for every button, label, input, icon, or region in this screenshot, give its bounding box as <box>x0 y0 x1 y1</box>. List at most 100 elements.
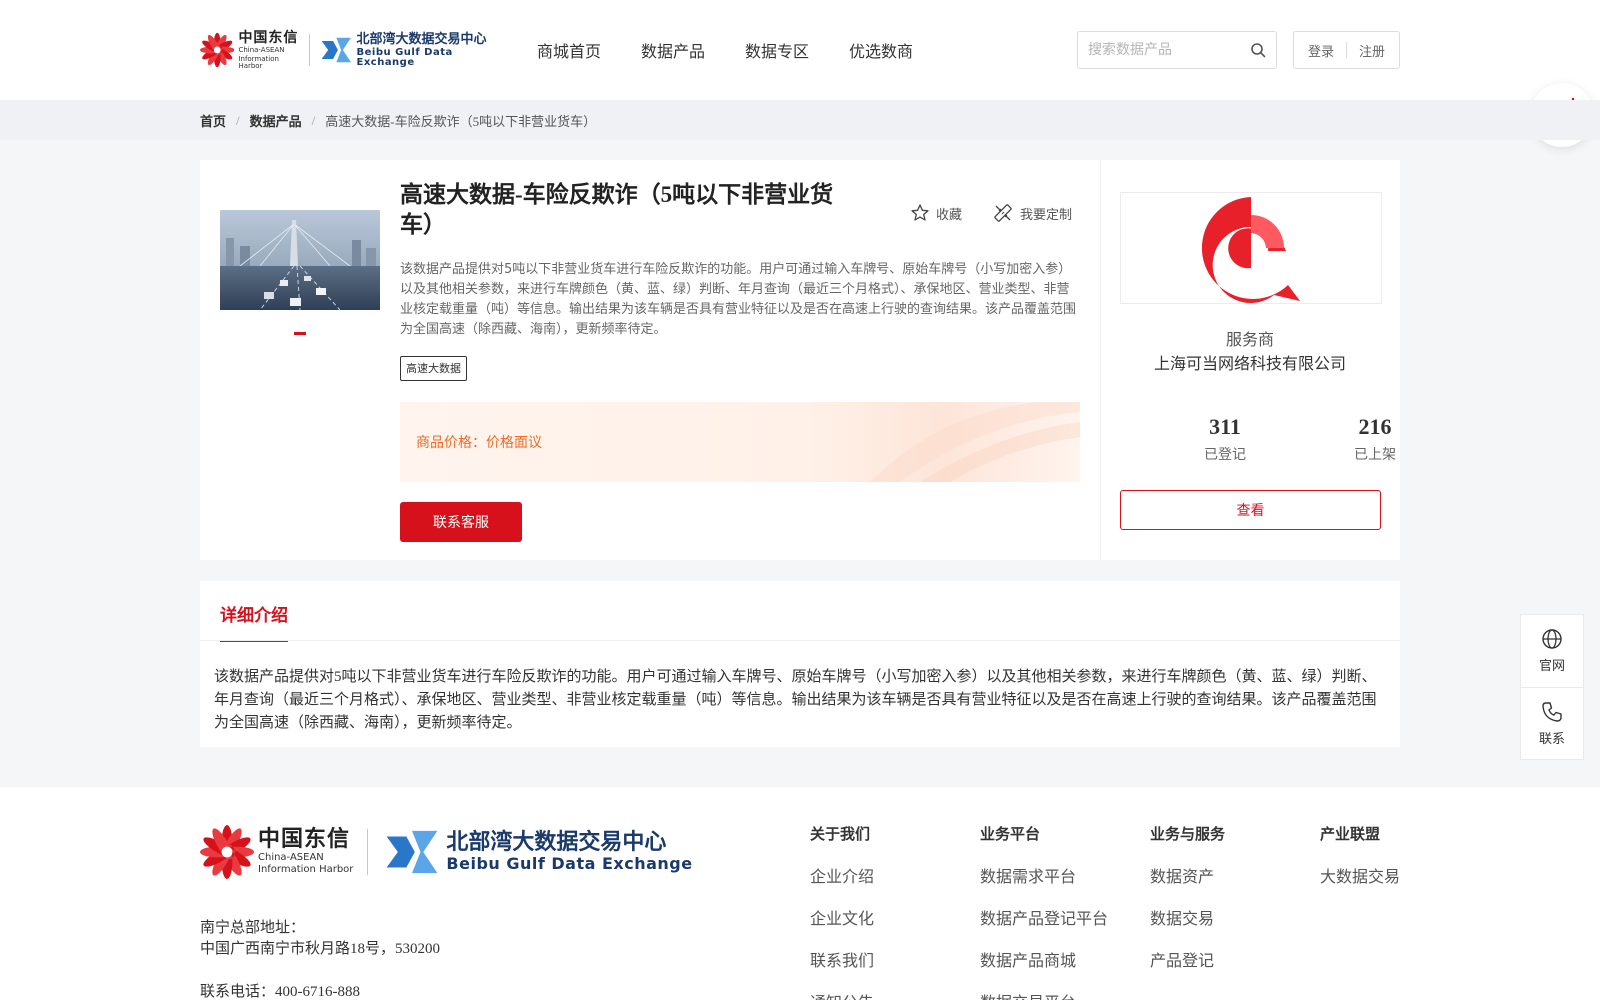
footer-col-heading: 业务与服务 <box>1150 825 1226 843</box>
nav-mall-home[interactable]: 商城首页 <box>537 38 601 62</box>
favorite-label: 收藏 <box>936 207 963 223</box>
footer-col-platform: 业务平台 数据需求平台 数据产品登记平台 数据产品商城 数据交易平台 <box>980 823 1108 1000</box>
breadcrumb-bar: 首页 / 数据产品 / 高速大数据-车险反欺诈（5吨以下非营业货车） <box>0 100 1600 140</box>
footer-link[interactable]: 数据需求平台 <box>980 863 1108 887</box>
breadcrumb-separator: / <box>311 112 316 128</box>
footer-link[interactable]: 企业介绍 <box>810 863 874 887</box>
address-value: 中国广西南宁市秋月路18号，530200 <box>200 941 441 957</box>
footer-link[interactable]: 企业文化 <box>810 905 874 929</box>
listed-count: 216 <box>1358 414 1392 439</box>
side-contact-label: 联系 <box>1538 731 1565 747</box>
vendor-name[interactable]: 上海可当网络科技有限公司 <box>1100 350 1400 374</box>
footer-address: 南宁总部地址： 中国广西南宁市秋月路18号，530200 <box>200 918 440 960</box>
detail-text: 该数据产品提供对5吨以下非营业货车进行车险反欺诈的功能。用户可通过输入车牌号、原… <box>214 669 1377 731</box>
footer-link[interactable]: 通知公告 <box>810 989 874 1000</box>
vendor-q-logo-icon <box>1202 197 1300 303</box>
footer-logo-divider <box>367 829 369 875</box>
footer-logo: 中国东信 China-ASEAN Information Harbor 北部湾大… <box>200 825 693 879</box>
register-link[interactable]: 注册 <box>1359 41 1385 60</box>
beibu-gulf-wordmark: 北部湾大数据交易中心 Beibu Gulf Data Exchange <box>356 33 500 68</box>
search-input[interactable] <box>1078 32 1238 68</box>
customize-button[interactable]: 我要定制 <box>992 202 1072 224</box>
logo-cn-sub2: Information Harbor <box>238 54 279 70</box>
product-tag[interactable]: 高速大数据 <box>400 356 467 381</box>
nav-data-products[interactable]: 数据产品 <box>641 38 705 62</box>
product-image[interactable] <box>220 210 380 310</box>
globe-icon <box>1542 629 1562 649</box>
detail-section: 详细介绍 该数据产品提供对5吨以下非营业货车进行车险反欺诈的功能。用户可通过输入… <box>200 581 1400 747</box>
view-vendor-button[interactable]: 查看 <box>1120 490 1381 530</box>
china-asean-flower-icon <box>200 825 254 879</box>
logo-divider <box>308 34 310 66</box>
side-website-label: 官网 <box>1538 659 1565 674</box>
favorite-button[interactable]: 收藏 <box>910 203 962 223</box>
vendor-logo[interactable] <box>1120 192 1382 304</box>
highway-bridge-image <box>220 210 380 310</box>
tab-detail-intro[interactable]: 详细介绍 <box>220 601 288 642</box>
breadcrumb: 首页 / 数据产品 / 高速大数据-车险反欺诈（5吨以下非营业货车） <box>200 111 596 130</box>
listed-label: 已上架 <box>1354 447 1396 463</box>
logo-bg-main: 北部湾大数据交易中心 <box>356 31 487 47</box>
side-widget: 官网 联系 <box>1520 614 1584 760</box>
breadcrumb-separator: / <box>236 112 240 128</box>
footer-col-alliance: 产业联盟 大数据交易 <box>1320 823 1400 905</box>
registered-count: 311 <box>1209 414 1241 439</box>
vendor-label: 服务商 <box>1225 330 1274 349</box>
footer-beibu-gulf-wordmark: 北部湾大数据交易中心 Beibu Gulf Data Exchange <box>446 832 692 872</box>
price-label-text: 商品价格： <box>416 435 486 451</box>
price-box: 商品价格：价格面议 <box>400 402 1080 482</box>
china-asean-wordmark: 中国东信 China-ASEAN Information Harbor <box>238 31 299 70</box>
site-header: 中国东信 China-ASEAN Information Harbor 北部湾大… <box>0 0 1600 100</box>
footer-link[interactable]: 数据产品登记平台 <box>980 905 1108 929</box>
footer-phone: 联系电话：400-6716-888 <box>200 984 360 1000</box>
star-icon <box>911 204 929 221</box>
footer-link[interactable]: 数据交易平台 <box>980 989 1108 1000</box>
logo-cn-main: 中国东信 <box>238 29 299 46</box>
footer-link[interactable]: 数据交易 <box>1150 905 1225 929</box>
site-footer: 中国东信 China-ASEAN Information Harbor 北部湾大… <box>0 787 1600 1000</box>
address-label: 南宁总部地址： <box>200 920 306 936</box>
carousel-indicator[interactable] <box>294 332 306 335</box>
beibu-gulf-mark-icon <box>386 830 438 874</box>
side-contact-button[interactable]: 联系 <box>1521 687 1583 759</box>
main-nav: 商城首页 数据产品 数据专区 优选数商 <box>537 38 953 62</box>
footer-logo-cn-sub2: Information Harbor <box>258 864 354 875</box>
footer-logo-cn-main: 中国东信 <box>258 827 351 852</box>
breadcrumb-data-products[interactable]: 数据产品 <box>250 111 302 130</box>
footer-link[interactable]: 联系我们 <box>810 947 874 971</box>
footer-col-heading: 关于我们 <box>810 825 871 843</box>
phone-icon <box>1542 701 1562 722</box>
customize-label: 我要定制 <box>1020 207 1073 223</box>
breadcrumb-home[interactable]: 首页 <box>200 111 226 130</box>
login-link[interactable]: 登录 <box>1308 41 1334 60</box>
footer-col-services: 业务与服务 数据资产 数据交易 产品登记 <box>1150 823 1225 989</box>
footer-link[interactable]: 大数据交易 <box>1320 863 1400 887</box>
contact-service-button[interactable]: 联系客服 <box>400 502 522 542</box>
footer-logo-bg-main: 北部湾大数据交易中心 <box>446 830 667 855</box>
nav-data-zone[interactable]: 数据专区 <box>745 38 809 62</box>
registered-label: 已登记 <box>1204 447 1246 463</box>
nav-preferred-vendors[interactable]: 优选数商 <box>849 38 913 62</box>
auth-links: 登录 注册 <box>1293 31 1400 69</box>
logo-bg-sub: Beibu Gulf Data Exchange <box>356 46 453 68</box>
tab-underline <box>200 640 1400 641</box>
ruler-pencil-icon <box>994 204 1012 222</box>
registered-stat: 311 已登记 <box>1175 414 1275 464</box>
footer-link[interactable]: 数据产品商城 <box>980 947 1108 971</box>
footer-link[interactable]: 数据资产 <box>1150 863 1225 887</box>
side-website-button[interactable]: 官网 <box>1521 615 1583 687</box>
footer-col-heading: 业务平台 <box>980 825 1041 843</box>
product-description: 该数据产品提供对5吨以下非营业货车进行车险反欺诈的功能。用户可通过输入车牌号、原… <box>400 262 1077 337</box>
footer-col-heading: 产业联盟 <box>1320 825 1381 843</box>
price-label: 商品价格：价格面议 <box>416 432 542 452</box>
site-logo[interactable]: 中国东信 China-ASEAN Information Harbor 北部湾大… <box>200 28 500 72</box>
footer-col-about: 关于我们 企业介绍 企业文化 联系我们 通知公告 <box>810 823 874 1000</box>
footer-link[interactable]: 产品登记 <box>1150 947 1225 971</box>
search-box <box>1077 31 1277 69</box>
search-icon[interactable] <box>1250 42 1266 58</box>
price-value: 价格面议 <box>486 435 542 451</box>
china-asean-flower-icon <box>200 32 235 68</box>
breadcrumb-current: 高速大数据-车险反欺诈（5吨以下非营业货车） <box>325 114 597 129</box>
product-title: 高速大数据-车险反欺诈（5吨以下非营业货车） <box>400 182 834 237</box>
footer-logo-cn-sub1: China-ASEAN <box>258 852 324 863</box>
